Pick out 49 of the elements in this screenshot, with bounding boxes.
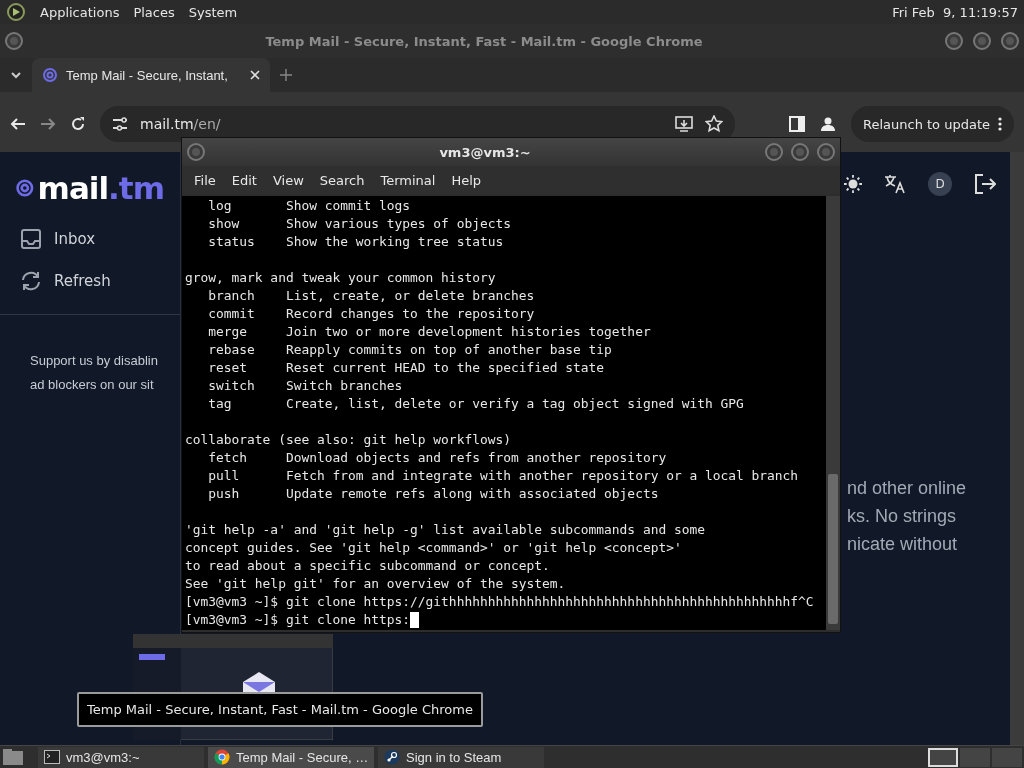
terminal-line: See 'git help git' for an overview of the system. — [185, 575, 566, 593]
clock[interactable]: Fri Feb 9, 11:19:57 — [892, 4, 1018, 20]
address-bar[interactable]: mail.tm/en/ — [100, 106, 735, 142]
terminal-line: push Update remote refs along with associated objects — [207, 485, 659, 503]
taskbar-button[interactable]: Temp Mail - Secure, … — [208, 746, 374, 768]
avatar[interactable]: D — [928, 172, 952, 196]
terminal-line: grow, mark and tweak your common history — [185, 269, 496, 287]
terminal-line: tag Create, list, delete or verify a tag object signed with GPG — [207, 395, 744, 413]
window-title: vm3@vm3:~ — [438, 144, 532, 160]
menu-item[interactable]: View — [264, 172, 312, 188]
panel-menu[interactable]: System — [188, 4, 238, 20]
nav-link[interactable]: Inbox — [54, 230, 96, 248]
terminal-line: reset Reset current HEAD to the specified state — [207, 359, 605, 377]
terminal-line: branch List, create, or delete branches — [207, 287, 535, 305]
terminal-line: 'git help -a' and 'git help -g' list available subcommands and some — [185, 521, 705, 539]
terminal-line: log Show commit logs — [207, 197, 411, 215]
body-text: nicate without — [847, 533, 959, 556]
body-text: ks. No strings — [847, 505, 958, 528]
terminal-line: [vm3@vm3 ~]$ git clone https://githhhhhhhhhhhhhhhhhhhhhhhhhhhhhhhhhhhhhhhhhhhhf^C — [185, 593, 814, 611]
menu-item[interactable]: Edit — [223, 172, 265, 188]
body-text: nd other online — [847, 477, 968, 500]
menu-item[interactable]: Help — [443, 172, 490, 188]
taskbar-button[interactable]: Sign in to Steam — [378, 746, 544, 768]
terminal-line: collaborate (see also: git help workflows) — [185, 431, 511, 449]
terminal-line: [vm3@vm3 ~]$ git clone https: — [185, 611, 411, 629]
logo-text[interactable]: mail.tm — [37, 170, 164, 206]
nav-link[interactable]: Refresh — [54, 272, 111, 290]
menu-item[interactable]: File — [186, 172, 224, 188]
menu-item[interactable]: Search — [311, 172, 373, 188]
terminal-line: concept guides. See 'git help <command>' or 'git help <concept>' — [185, 539, 682, 557]
panel-menu[interactable]: Applications — [40, 4, 120, 20]
terminal-line: commit Record changes to the repository — [207, 305, 535, 323]
terminal-line: pull Fetch from and integrate with another repository or a local branch — [207, 467, 799, 485]
support-text: Support us by disablin ad blockers on our sit — [29, 352, 159, 394]
window-title: Temp Mail - Secure, Instant, Fast - Mail.tm - Google Chrome — [264, 33, 704, 49]
terminal-line: switch Switch branches — [207, 377, 403, 395]
taskbar-button[interactable]: vm3@vm3:~ — [38, 746, 204, 768]
terminal-line: merge Join two or more development histories together — [207, 323, 651, 341]
terminal-line: to read about a specific subcommand or concept. — [185, 557, 550, 575]
terminal-line: fetch Download objects and refs from another repository — [207, 449, 667, 467]
tooltip: Temp Mail - Secure, Instant, Fast - Mail.tm - Google Chrome — [77, 692, 483, 727]
terminal-line: status Show the working tree status — [207, 233, 504, 251]
terminal-line: show Show various types of objects — [207, 215, 511, 233]
panel-menu[interactable]: Places — [133, 4, 175, 20]
url-text: mail.tm/en/ — [140, 116, 221, 132]
browser-tab[interactable]: Temp Mail - Secure, Instant, — [32, 58, 270, 92]
relaunch-button[interactable]: Relaunch to update — [851, 106, 1014, 142]
terminal-line: rebase Reapply commits on top of another base tip — [207, 341, 612, 359]
menu-item[interactable]: Terminal — [372, 172, 444, 188]
